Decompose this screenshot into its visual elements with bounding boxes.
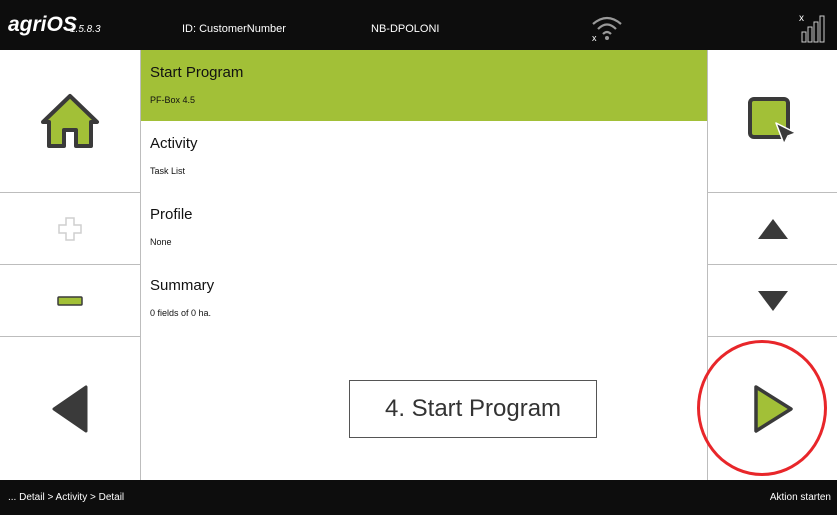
list-item-profile[interactable]: Profile None	[141, 192, 707, 263]
arrow-left-icon	[52, 385, 88, 432]
list-item-subtitle: 0 fields of 0 ha.	[150, 308, 212, 318]
add-button[interactable]	[0, 193, 140, 265]
select-pointer-icon	[748, 97, 797, 145]
list-item-start-program[interactable]: Start Program PF-Box 4.5	[141, 50, 707, 121]
list-item-title: Start Program	[150, 64, 244, 81]
home-icon	[41, 94, 99, 148]
list-item-summary[interactable]: Summary 0 fields of 0 ha.	[141, 263, 707, 334]
brand-logo: agriOS	[8, 13, 77, 36]
status-bar: ... Detail > Activity > Detail Aktion st…	[0, 480, 837, 515]
arrow-up-icon	[758, 218, 788, 239]
top-bar: agriOS 1.5.8.3 ID: CustomerNumber NB-DPO…	[0, 0, 837, 50]
svg-text:x: x	[592, 33, 597, 43]
instruction-callout: 4. Start Program	[349, 380, 597, 438]
minus-icon	[57, 295, 83, 306]
action-label: Aktion starten	[769, 492, 831, 503]
device-name-label: NB-DPOLONI	[371, 23, 440, 35]
signal-icon: x	[799, 13, 825, 43]
left-toolbar	[0, 50, 141, 480]
home-button[interactable]	[0, 50, 140, 193]
breadcrumb: ... Detail > Activity > Detail	[8, 492, 125, 503]
list-item-subtitle: Task List	[150, 166, 186, 176]
svg-text:x: x	[799, 13, 804, 24]
device-id-label: ID: CustomerNumber	[182, 23, 286, 35]
list-item-activity[interactable]: Activity Task List	[141, 121, 707, 192]
arrow-down-icon	[758, 290, 788, 311]
highlight-circle	[697, 340, 827, 476]
select-button[interactable]	[708, 50, 837, 193]
list-item-title: Activity	[150, 135, 198, 152]
version-label: 1.5.8.3	[70, 24, 101, 35]
list-item-title: Profile	[150, 206, 193, 223]
back-button[interactable]	[0, 337, 140, 480]
plus-icon	[58, 216, 82, 241]
wifi-icon: x	[592, 16, 622, 43]
list-item-subtitle: PF-Box 4.5	[150, 95, 196, 105]
list-item-title: Summary	[150, 277, 215, 294]
list-item-subtitle: None	[150, 237, 172, 247]
remove-button[interactable]	[0, 265, 140, 337]
scroll-up-button[interactable]	[708, 193, 837, 265]
scroll-down-button[interactable]	[708, 265, 837, 337]
